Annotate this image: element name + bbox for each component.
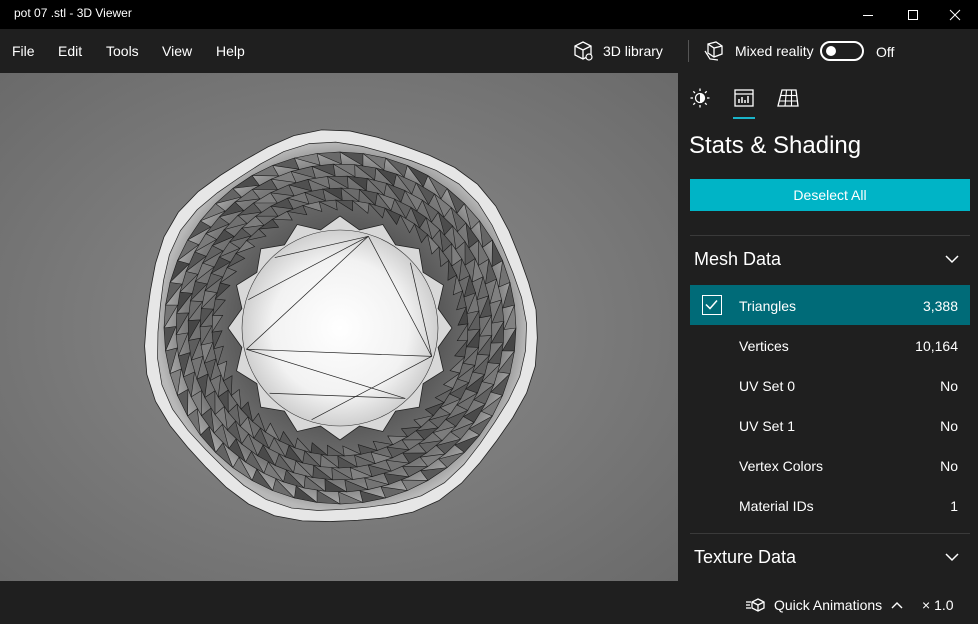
status-bar: Quick Animations × 1.0 — [0, 581, 978, 624]
stat-value: 3,388 — [922, 298, 958, 314]
title-bar: pot 07 .stl - 3D Viewer — [0, 0, 978, 29]
minimize-button[interactable] — [845, 0, 891, 29]
stat-label: UV Set 1 — [739, 418, 796, 434]
stat-row-uv-set-0: UV Set 0 No — [690, 365, 970, 405]
stat-value: No — [940, 378, 958, 394]
stat-label: Triangles — [739, 298, 797, 314]
grid-icon — [777, 89, 799, 107]
close-button[interactable] — [932, 0, 978, 29]
divider — [690, 235, 970, 236]
active-tab-indicator — [733, 117, 755, 119]
maximize-icon — [908, 9, 918, 20]
stat-row-triangles[interactable]: Triangles 3,388 — [690, 285, 970, 325]
menu-view[interactable]: View — [162, 43, 192, 59]
lighting-icon — [690, 88, 710, 108]
divider — [690, 533, 970, 534]
mixed-reality-label: Mixed reality — [735, 43, 814, 59]
toggle-knob — [826, 46, 836, 56]
stat-value: 10,164 — [915, 338, 958, 354]
stat-label: Vertex Colors — [739, 458, 824, 474]
toolbar-divider — [688, 40, 689, 62]
close-icon — [949, 9, 961, 20]
stat-row-uv-set-1: UV Set 1 No — [690, 405, 970, 445]
chevron-down-icon — [945, 553, 959, 562]
checkbox[interactable] — [702, 295, 722, 315]
stat-value: 1 — [950, 498, 958, 514]
tab-lighting[interactable] — [687, 85, 713, 111]
3d-viewport[interactable] — [0, 73, 678, 581]
menu-bar: File Edit Tools View Help 3D library Mix… — [0, 29, 978, 73]
maximize-button[interactable] — [890, 0, 936, 29]
chevron-up-icon — [891, 602, 903, 609]
deselect-all-button[interactable]: Deselect All — [690, 179, 970, 211]
stat-value: No — [940, 418, 958, 434]
stat-row-vertex-colors: Vertex Colors No — [690, 445, 970, 485]
animation-icon — [746, 598, 765, 612]
quick-animations-label: Quick Animations — [774, 597, 883, 613]
toggle-state-label: Off — [876, 44, 895, 60]
panel-title: Stats & Shading — [689, 132, 862, 159]
3d-library-label: 3D library — [603, 43, 663, 59]
stat-label: UV Set 0 — [739, 378, 796, 394]
stat-label: Vertices — [739, 338, 789, 354]
checkmark-icon — [705, 300, 718, 310]
stat-label: Material IDs — [739, 498, 814, 514]
mixed-reality-button[interactable]: Mixed reality — [704, 39, 814, 63]
animation-speed[interactable]: × 1.0 — [922, 597, 954, 613]
stats-icon — [734, 89, 754, 107]
cube-icon — [574, 41, 593, 61]
mesh-data-title: Mesh Data — [694, 249, 782, 269]
window-title: pot 07 .stl - 3D Viewer — [14, 6, 132, 20]
chevron-down-icon — [945, 255, 959, 264]
quick-animations-button[interactable]: Quick Animations — [746, 597, 904, 613]
tab-grid[interactable] — [775, 85, 801, 111]
pot-mesh-render — [144, 129, 538, 522]
stat-value: No — [940, 458, 958, 474]
menu-tools[interactable]: Tools — [106, 43, 139, 59]
mixed-reality-icon — [704, 41, 723, 61]
stat-row-vertices: Vertices 10,164 — [690, 325, 970, 365]
mixed-reality-toggle[interactable] — [820, 41, 864, 61]
tab-stats[interactable] — [731, 85, 757, 111]
3d-library-button[interactable]: 3D library — [572, 39, 663, 63]
stat-row-material-ids: Material IDs 1 — [690, 485, 970, 525]
texture-data-title: Texture Data — [694, 547, 797, 567]
menu-edit[interactable]: Edit — [58, 43, 82, 59]
menu-help[interactable]: Help — [216, 43, 245, 59]
menu-file[interactable]: File — [12, 43, 35, 59]
minimize-icon — [863, 14, 873, 16]
